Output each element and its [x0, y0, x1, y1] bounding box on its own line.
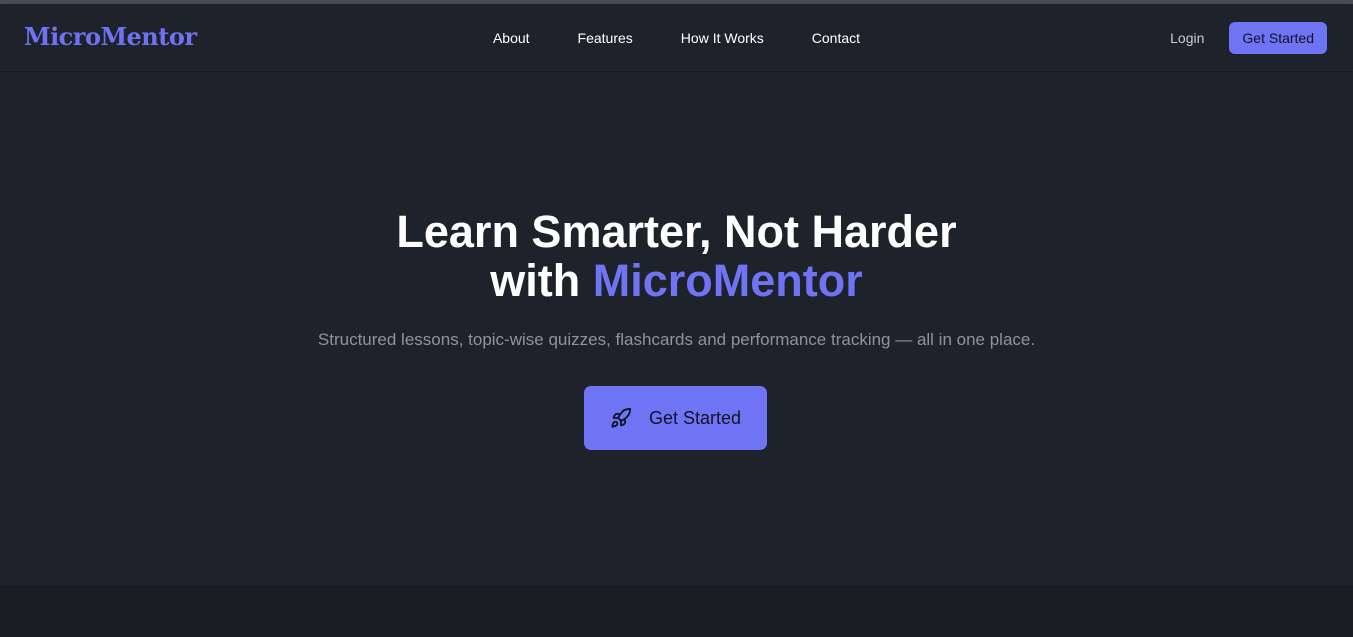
- login-link[interactable]: Login: [1170, 30, 1204, 46]
- nav-link-features[interactable]: Features: [578, 29, 633, 46]
- nav-link-how-it-works[interactable]: How It Works: [681, 29, 764, 46]
- next-section: [0, 585, 1353, 637]
- site-logo[interactable]: MicroMentor: [24, 22, 197, 51]
- hero-cta-label: Get Started: [648, 407, 742, 428]
- main-nav: About Features How It Works Contact: [0, 4, 1353, 71]
- rocket-icon: [610, 407, 632, 429]
- hero-get-started-button[interactable]: Get Started: [584, 386, 767, 450]
- nav-link-about[interactable]: About: [493, 29, 530, 46]
- hero-section: Learn Smarter, Not Harder with MicroMent…: [0, 72, 1353, 585]
- nav-get-started-button[interactable]: Get Started: [1229, 22, 1327, 54]
- nav-link-contact[interactable]: Contact: [812, 29, 860, 46]
- hero-title-prefix: with: [490, 255, 581, 306]
- nav-actions: Login Get Started: [1170, 22, 1327, 54]
- hero-title-line1: Learn Smarter, Not Harder: [396, 206, 957, 257]
- hero-subtitle: Structured lessons, topic-wise quizzes, …: [317, 330, 1036, 349]
- hero-title-brand: MicroMentor: [592, 255, 863, 306]
- hero-title: Learn Smarter, Not Harder with MicroMent…: [0, 207, 1353, 305]
- navbar: MicroMentor About Features How It Works …: [0, 4, 1353, 71]
